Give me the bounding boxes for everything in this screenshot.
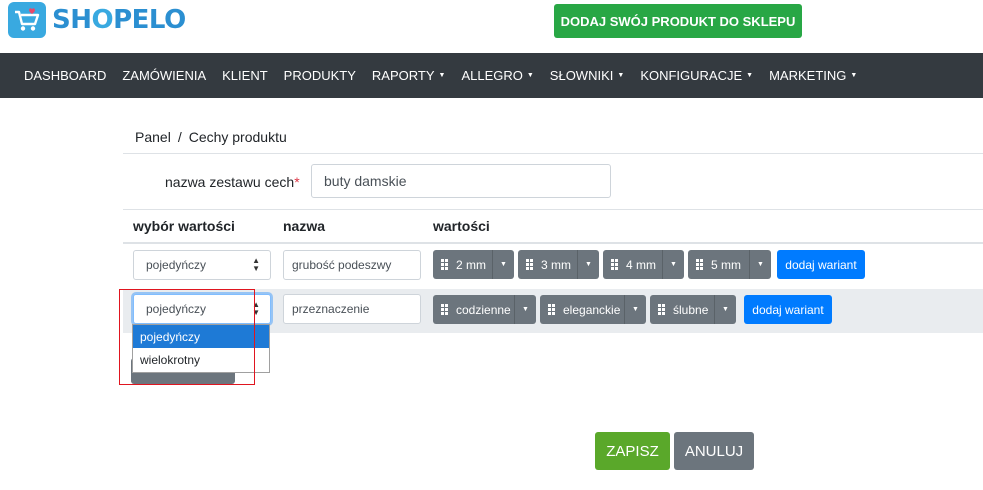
drag-handle-icon[interactable] <box>658 304 666 315</box>
drag-handle-icon[interactable] <box>696 259 704 270</box>
value-chip[interactable]: eleganckie ▼ <box>540 295 646 324</box>
divider <box>123 153 983 154</box>
nav-raporty[interactable]: RAPORTY ▼ <box>372 68 446 83</box>
caret-down-icon: ▼ <box>850 72 858 79</box>
header-values: wartości <box>433 218 490 234</box>
chevron-down-icon[interactable]: ▼ <box>749 250 771 279</box>
drag-handle-icon[interactable] <box>548 304 556 315</box>
selection-type-select[interactable]: pojedyńczy ▲ ▼ <box>133 250 271 280</box>
header-selection: wybór wartości <box>133 218 235 234</box>
drag-handle-icon[interactable] <box>611 259 619 270</box>
add-product-button[interactable]: DODAJ SWÓJ PRODUKT DO SKLEPU <box>554 4 802 38</box>
chevron-down-icon[interactable]: ▼ <box>577 250 599 279</box>
drag-handle-icon[interactable] <box>441 304 449 315</box>
drag-handle-icon[interactable] <box>526 259 534 270</box>
drag-handle-icon[interactable] <box>441 259 449 270</box>
caret-down-icon: ▼ <box>526 72 534 79</box>
breadcrumb: Panel / Cechy produktu <box>135 129 287 145</box>
breadcrumb-current: Cechy produktu <box>188 129 287 145</box>
nav-marketing[interactable]: MARKETING ▼ <box>769 68 857 83</box>
chevron-down-icon[interactable]: ▼ <box>514 295 536 324</box>
nav-dashboard[interactable]: DASHBOARD <box>24 68 106 83</box>
chevron-down-icon[interactable]: ▼ <box>714 295 736 324</box>
nav-allegro[interactable]: ALLEGRO ▼ <box>461 68 533 83</box>
header-name: nazwa <box>283 218 326 234</box>
shopelo-logo[interactable]: SHOPELO <box>8 2 186 38</box>
feature-name-input[interactable]: grubość podeszwy <box>283 250 421 280</box>
select-arrows-icon: ▲ ▼ <box>252 256 260 273</box>
set-name-label: nazwa zestawu cech* <box>165 174 300 190</box>
value-chip[interactable]: 4 mm ▼ <box>603 250 684 279</box>
brand-name: SHOPELO <box>52 5 186 35</box>
page: SHOPELO DODAJ SWÓJ PRODUKT DO SKLEPU DAS… <box>0 0 983 490</box>
nav-konfiguracje[interactable]: KONFIGURACJE ▼ <box>640 68 753 83</box>
feature-name-input[interactable]: przeznaczenie <box>283 294 421 324</box>
add-variant-button[interactable]: dodaj wariant <box>777 250 865 279</box>
nav-produkty[interactable]: PRODUKTY <box>284 68 356 83</box>
divider <box>123 209 983 210</box>
chevron-down-icon[interactable]: ▼ <box>624 295 646 324</box>
cancel-button[interactable]: ANULUJ <box>674 432 754 470</box>
nav-slowniki[interactable]: SŁOWNIKI ▼ <box>550 68 625 83</box>
chevron-down-icon[interactable]: ▼ <box>662 250 684 279</box>
divider <box>123 242 983 244</box>
set-name-input[interactable] <box>311 164 611 198</box>
cart-heart-icon <box>8 2 46 38</box>
add-variant-button[interactable]: dodaj wariant <box>744 295 832 324</box>
required-mark: * <box>294 174 300 190</box>
caret-down-icon: ▼ <box>746 72 754 79</box>
chevron-down-icon[interactable]: ▼ <box>492 250 514 279</box>
main-navbar: DASHBOARD ZAMÓWIENIA KLIENT PRODUKTY RAP… <box>0 53 983 98</box>
caret-down-icon: ▼ <box>438 72 446 79</box>
save-button[interactable]: ZAPISZ <box>595 432 670 470</box>
value-chip[interactable]: 5 mm ▼ <box>688 250 771 279</box>
value-chip[interactable]: ślubne ▼ <box>650 295 736 324</box>
value-chip[interactable]: 3 mm ▼ <box>518 250 599 279</box>
value-chip[interactable]: 2 mm ▼ <box>433 250 514 279</box>
nav-zamowienia[interactable]: ZAMÓWIENIA <box>122 68 206 83</box>
caret-down-icon: ▼ <box>617 72 625 79</box>
breadcrumb-panel[interactable]: Panel <box>135 129 171 145</box>
highlight-box <box>119 289 255 385</box>
top-header: SHOPELO DODAJ SWÓJ PRODUKT DO SKLEPU <box>0 0 983 53</box>
breadcrumb-separator: / <box>177 129 182 145</box>
nav-klient[interactable]: KLIENT <box>222 68 268 83</box>
value-chip[interactable]: codzienne ▼ <box>433 295 536 324</box>
